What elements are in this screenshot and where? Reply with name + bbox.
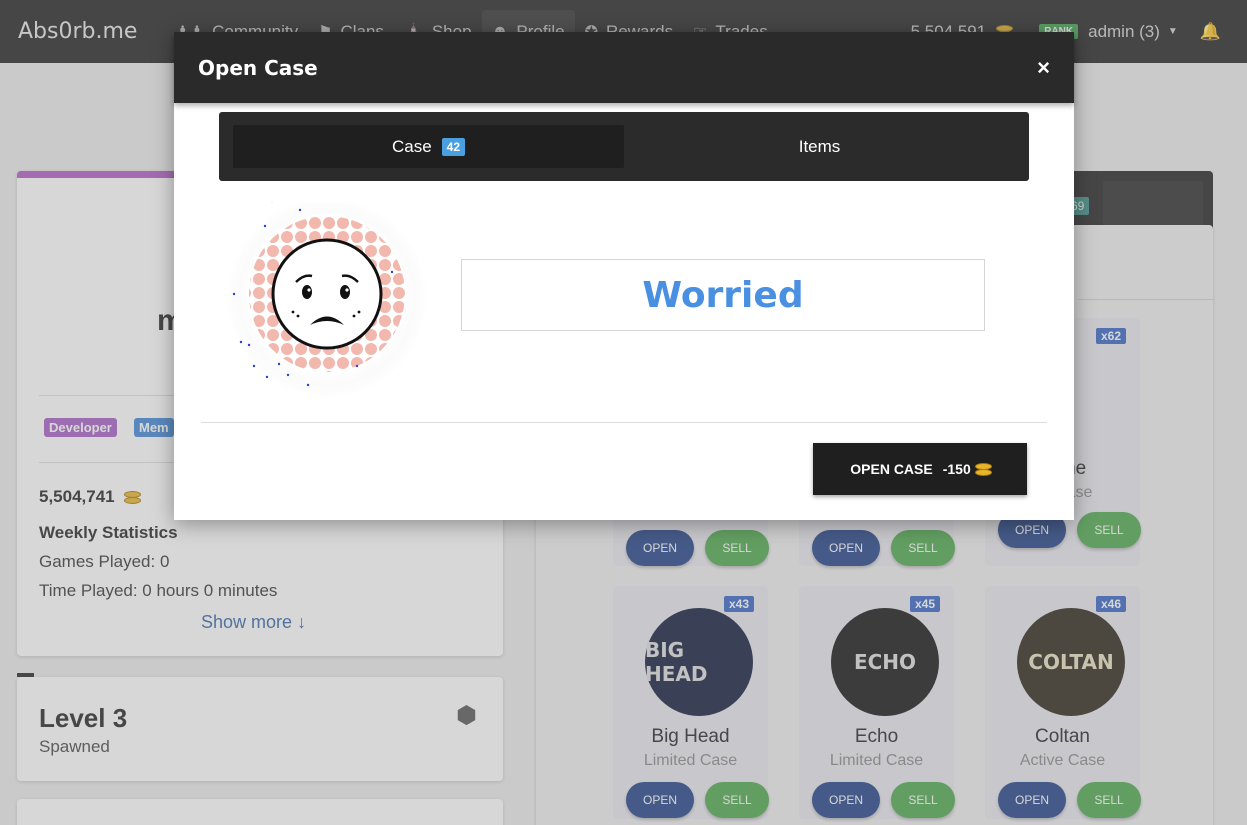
case-count-badge: 42 bbox=[441, 137, 466, 156]
modal-header: Open Case × bbox=[174, 32, 1074, 103]
tab-items[interactable]: Items bbox=[624, 125, 1015, 168]
close-icon[interactable]: × bbox=[1037, 55, 1050, 81]
open-case-button[interactable]: OPEN CASE -150 bbox=[813, 443, 1027, 495]
divider bbox=[201, 422, 1047, 423]
tab-case[interactable]: Case 42 bbox=[233, 125, 624, 168]
tab-label: Items bbox=[798, 136, 841, 156]
open-case-label: OPEN CASE bbox=[850, 461, 933, 477]
coin-icon bbox=[974, 462, 992, 476]
result-name: Worried bbox=[642, 274, 804, 316]
result-box: Worried bbox=[461, 259, 985, 331]
modal-tabs: Case 42 Items bbox=[219, 112, 1029, 181]
open-case-modal: Open Case × Case 42 Items Worried OPEN C… bbox=[174, 32, 1074, 520]
open-case-cost: -150 bbox=[942, 461, 971, 477]
modal-title: Open Case bbox=[198, 55, 318, 80]
worried-emoji-image bbox=[224, 197, 434, 412]
tab-label: Case bbox=[391, 136, 432, 156]
